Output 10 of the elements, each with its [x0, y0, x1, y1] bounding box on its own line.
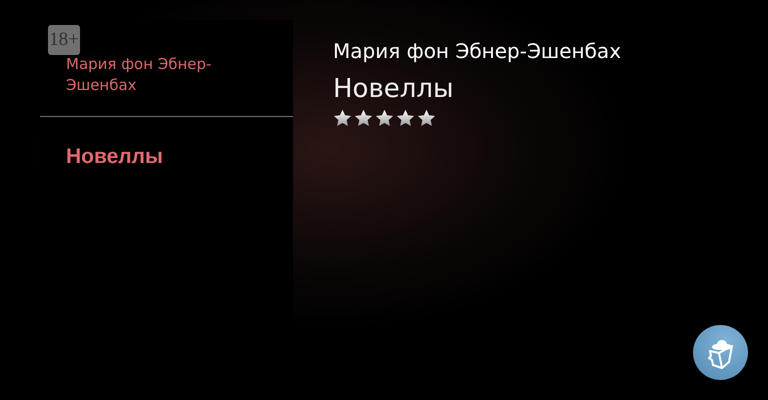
star-icon — [396, 109, 415, 127]
age-badge: 18+ — [48, 25, 80, 55]
star-icon — [354, 109, 373, 127]
star-icon — [417, 109, 436, 127]
cover-title: Новеллы — [65, 144, 164, 169]
star-icon — [375, 109, 394, 127]
book-author: Мария фон Эбнер-Эшенбах — [333, 38, 622, 65]
star-icon — [333, 109, 352, 127]
book-title: Новеллы — [333, 73, 455, 106]
cover-author: Мария фон Эбнер-Эшенбах — [66, 55, 212, 94]
